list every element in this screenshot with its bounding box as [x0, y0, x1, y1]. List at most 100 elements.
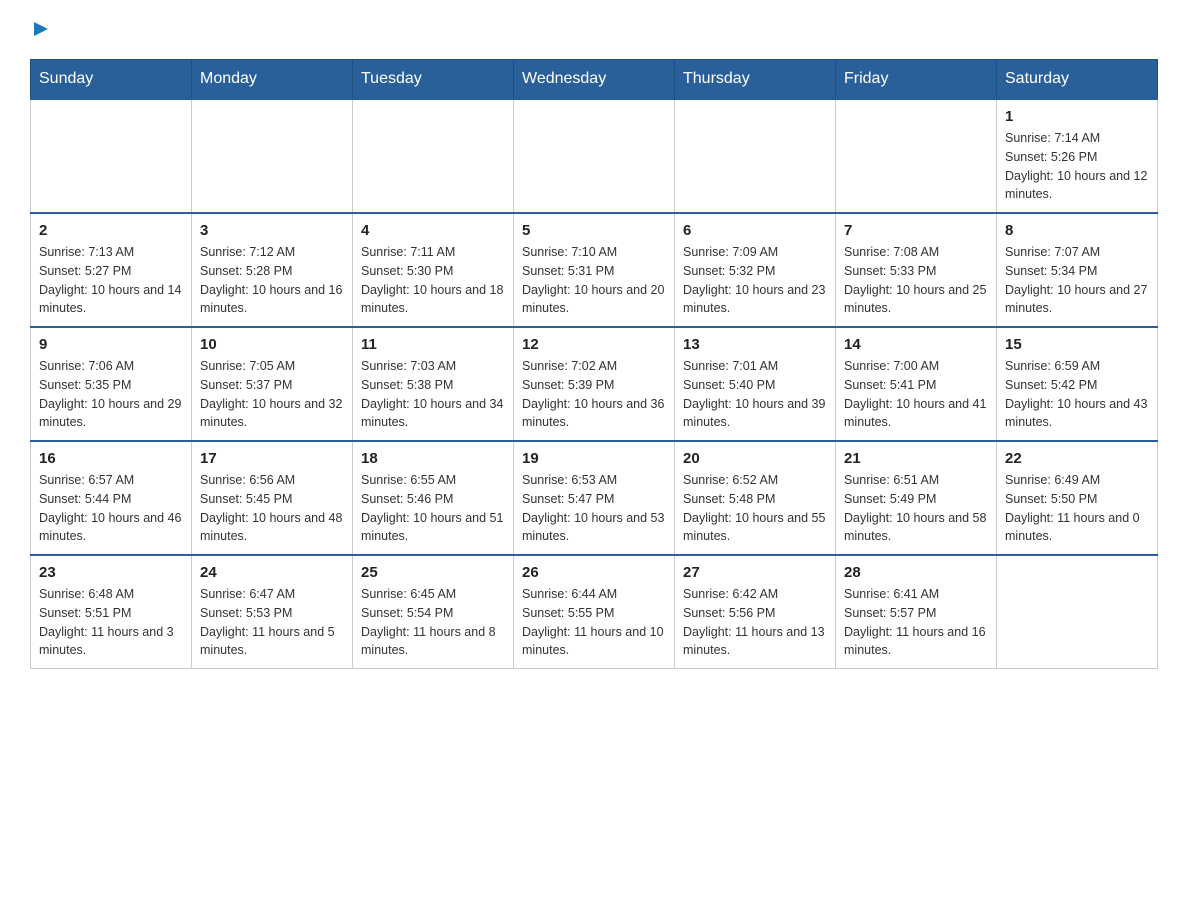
day-info: Sunrise: 7:13 AMSunset: 5:27 PMDaylight:… — [39, 243, 183, 318]
calendar-cell: 17 Sunrise: 6:56 AMSunset: 5:45 PMDayligh… — [192, 441, 353, 555]
day-number: 18 — [361, 450, 505, 467]
day-info: Sunrise: 6:44 AMSunset: 5:55 PMDaylight:… — [522, 585, 666, 660]
day-info: Sunrise: 6:59 AMSunset: 5:42 PMDaylight:… — [1005, 357, 1149, 432]
calendar-cell: 26 Sunrise: 6:44 AMSunset: 5:55 PMDayligh… — [514, 555, 675, 669]
calendar-week-4: 16 Sunrise: 6:57 AMSunset: 5:44 PMDayligh… — [31, 441, 1158, 555]
day-info: Sunrise: 7:06 AMSunset: 5:35 PMDaylight:… — [39, 357, 183, 432]
calendar-cell — [997, 555, 1158, 669]
calendar-cell: 19Sunrise: 6:53 AMSunset: 5:47 PMDayligh… — [514, 441, 675, 555]
calendar-cell — [192, 99, 353, 213]
day-number: 20 — [683, 450, 827, 467]
calendar-cell: 8 Sunrise: 7:07 AMSunset: 5:34 PMDaylight… — [997, 213, 1158, 327]
calendar-cell: 16 Sunrise: 6:57 AMSunset: 5:44 PMDayligh… — [31, 441, 192, 555]
day-info: Sunrise: 7:08 AMSunset: 5:33 PMDaylight:… — [844, 243, 988, 318]
calendar-cell: 3 Sunrise: 7:12 AMSunset: 5:28 PMDaylight… — [192, 213, 353, 327]
day-info: Sunrise: 6:52 AMSunset: 5:48 PMDaylight:… — [683, 471, 827, 546]
calendar-week-3: 9 Sunrise: 7:06 AMSunset: 5:35 PMDaylight… — [31, 327, 1158, 441]
day-info: Sunrise: 7:02 AMSunset: 5:39 PMDaylight:… — [522, 357, 666, 432]
day-number: 9 — [39, 336, 183, 353]
day-info: Sunrise: 7:00 AMSunset: 5:41 PMDaylight:… — [844, 357, 988, 432]
calendar-cell: 11 Sunrise: 7:03 AMSunset: 5:38 PMDayligh… — [353, 327, 514, 441]
calendar-cell — [836, 99, 997, 213]
day-number: 11 — [361, 336, 505, 353]
day-info: Sunrise: 6:41 AMSunset: 5:57 PMDaylight:… — [844, 585, 988, 660]
calendar-cell: 23 Sunrise: 6:48 AMSunset: 5:51 PMDayligh… — [31, 555, 192, 669]
calendar-cell: 28 Sunrise: 6:41 AMSunset: 5:57 PMDayligh… — [836, 555, 997, 669]
day-number: 25 — [361, 564, 505, 581]
logo — [30, 20, 50, 43]
day-info: Sunrise: 7:10 AMSunset: 5:31 PMDaylight:… — [522, 243, 666, 318]
day-info: Sunrise: 7:14 AMSunset: 5:26 PMDaylight:… — [1005, 129, 1149, 204]
day-number: 6 — [683, 222, 827, 239]
calendar-cell: 18 Sunrise: 6:55 AMSunset: 5:46 PMDayligh… — [353, 441, 514, 555]
day-number: 26 — [522, 564, 666, 581]
day-number: 21 — [844, 450, 988, 467]
calendar-cell: 25 Sunrise: 6:45 AMSunset: 5:54 PMDayligh… — [353, 555, 514, 669]
calendar-cell: 14 Sunrise: 7:00 AMSunset: 5:41 PMDayligh… — [836, 327, 997, 441]
day-number: 2 — [39, 222, 183, 239]
calendar-cell: 24 Sunrise: 6:47 AMSunset: 5:53 PMDayligh… — [192, 555, 353, 669]
page-header — [30, 20, 1158, 43]
calendar-cell: 13Sunrise: 7:01 AMSunset: 5:40 PMDayligh… — [675, 327, 836, 441]
calendar-cell: 27 Sunrise: 6:42 AMSunset: 5:56 PMDayligh… — [675, 555, 836, 669]
day-number: 16 — [39, 450, 183, 467]
calendar-header-wednesday: Wednesday — [514, 60, 675, 100]
day-number: 22 — [1005, 450, 1149, 467]
calendar-cell: 12 Sunrise: 7:02 AMSunset: 5:39 PMDayligh… — [514, 327, 675, 441]
calendar-header-tuesday: Tuesday — [353, 60, 514, 100]
day-info: Sunrise: 6:42 AMSunset: 5:56 PMDaylight:… — [683, 585, 827, 660]
calendar-cell: 1 Sunrise: 7:14 AMSunset: 5:26 PMDaylight… — [997, 99, 1158, 213]
day-info: Sunrise: 6:51 AMSunset: 5:49 PMDaylight:… — [844, 471, 988, 546]
calendar-cell: 4 Sunrise: 7:11 AMSunset: 5:30 PMDaylight… — [353, 213, 514, 327]
logo-arrow-icon — [32, 20, 50, 43]
calendar-cell — [31, 99, 192, 213]
calendar-header-saturday: Saturday — [997, 60, 1158, 100]
day-number: 17 — [200, 450, 344, 467]
day-number: 3 — [200, 222, 344, 239]
day-info: Sunrise: 7:05 AMSunset: 5:37 PMDaylight:… — [200, 357, 344, 432]
day-info: Sunrise: 7:07 AMSunset: 5:34 PMDaylight:… — [1005, 243, 1149, 318]
day-number: 12 — [522, 336, 666, 353]
day-number: 27 — [683, 564, 827, 581]
day-number: 4 — [361, 222, 505, 239]
calendar-header-sunday: Sunday — [31, 60, 192, 100]
calendar-cell — [353, 99, 514, 213]
day-info: Sunrise: 6:55 AMSunset: 5:46 PMDaylight:… — [361, 471, 505, 546]
day-info: Sunrise: 7:12 AMSunset: 5:28 PMDaylight:… — [200, 243, 344, 318]
day-number: 24 — [200, 564, 344, 581]
day-info: Sunrise: 6:47 AMSunset: 5:53 PMDaylight:… — [200, 585, 344, 660]
calendar-cell: 10 Sunrise: 7:05 AMSunset: 5:37 PMDayligh… — [192, 327, 353, 441]
calendar-cell: 5 Sunrise: 7:10 AMSunset: 5:31 PMDaylight… — [514, 213, 675, 327]
calendar-cell: 2 Sunrise: 7:13 AMSunset: 5:27 PMDaylight… — [31, 213, 192, 327]
day-info: Sunrise: 7:03 AMSunset: 5:38 PMDaylight:… — [361, 357, 505, 432]
day-info: Sunrise: 6:45 AMSunset: 5:54 PMDaylight:… — [361, 585, 505, 660]
day-number: 10 — [200, 336, 344, 353]
day-info: Sunrise: 7:11 AMSunset: 5:30 PMDaylight:… — [361, 243, 505, 318]
day-info: Sunrise: 6:56 AMSunset: 5:45 PMDaylight:… — [200, 471, 344, 546]
calendar-cell — [675, 99, 836, 213]
calendar-header-monday: Monday — [192, 60, 353, 100]
calendar-cell: 15 Sunrise: 6:59 AMSunset: 5:42 PMDayligh… — [997, 327, 1158, 441]
calendar-cell: 21 Sunrise: 6:51 AMSunset: 5:49 PMDayligh… — [836, 441, 997, 555]
calendar-header-friday: Friday — [836, 60, 997, 100]
day-info: Sunrise: 7:09 AMSunset: 5:32 PMDaylight:… — [683, 243, 827, 318]
calendar-week-5: 23 Sunrise: 6:48 AMSunset: 5:51 PMDayligh… — [31, 555, 1158, 669]
day-number: 7 — [844, 222, 988, 239]
day-number: 23 — [39, 564, 183, 581]
day-number: 28 — [844, 564, 988, 581]
calendar-week-2: 2 Sunrise: 7:13 AMSunset: 5:27 PMDaylight… — [31, 213, 1158, 327]
calendar-week-1: 1 Sunrise: 7:14 AMSunset: 5:26 PMDaylight… — [31, 99, 1158, 213]
calendar-cell: 22 Sunrise: 6:49 AMSunset: 5:50 PMDayligh… — [997, 441, 1158, 555]
day-info: Sunrise: 6:48 AMSunset: 5:51 PMDaylight:… — [39, 585, 183, 660]
calendar-table: SundayMondayTuesdayWednesdayThursdayFrid… — [30, 59, 1158, 669]
day-info: Sunrise: 6:57 AMSunset: 5:44 PMDaylight:… — [39, 471, 183, 546]
day-number: 15 — [1005, 336, 1149, 353]
day-number: 8 — [1005, 222, 1149, 239]
day-number: 1 — [1005, 108, 1149, 125]
calendar-cell — [514, 99, 675, 213]
day-number: 13 — [683, 336, 827, 353]
day-number: 14 — [844, 336, 988, 353]
day-info: Sunrise: 6:49 AMSunset: 5:50 PMDaylight:… — [1005, 471, 1149, 546]
calendar-header-thursday: Thursday — [675, 60, 836, 100]
day-number: 5 — [522, 222, 666, 239]
